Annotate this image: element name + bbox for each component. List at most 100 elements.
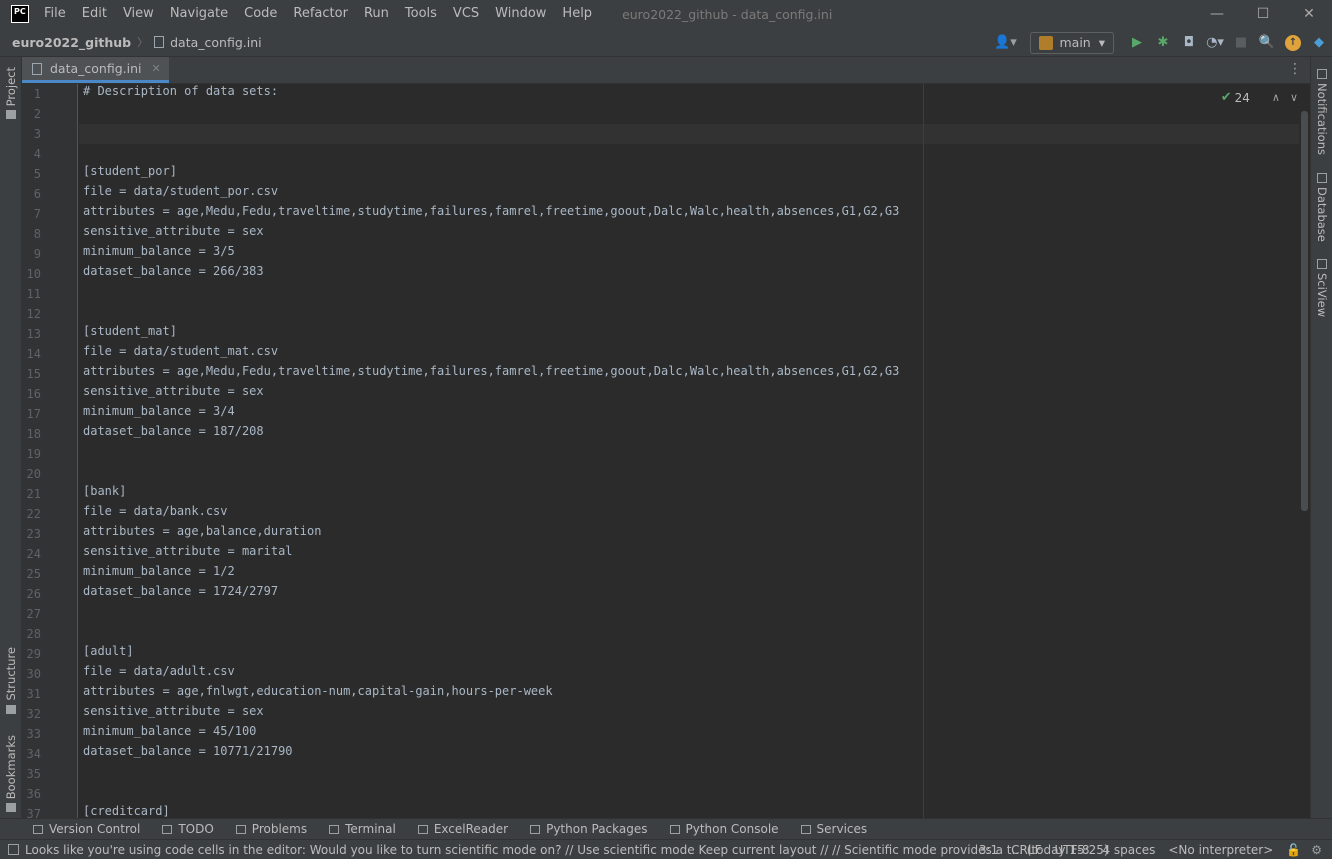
project-tool-tab[interactable]: Project — [0, 67, 22, 120]
run-icon[interactable]: ▶ — [1126, 32, 1148, 54]
code-line[interactable]: file = data/student_mat.csv — [83, 344, 278, 364]
ini-file-icon — [32, 62, 42, 75]
code-line[interactable]: sensitive_attribute = sex — [83, 704, 264, 724]
menu-navigate[interactable]: Navigate — [162, 0, 236, 28]
code-line[interactable]: dataset_balance = 266/383 — [83, 264, 264, 284]
bookmarks-tool-tab[interactable]: Bookmarks — [0, 735, 22, 813]
code-line[interactable]: attributes = age,Medu,Fedu,traveltime,st… — [83, 364, 899, 384]
profile-icon[interactable]: ◔▾ — [1204, 32, 1226, 54]
menu-vcs[interactable]: VCS — [445, 0, 487, 28]
todo-tool-button[interactable]: TODO — [162, 822, 214, 836]
excelreader-tool-button[interactable]: ExcelReader — [417, 822, 508, 836]
menu-edit[interactable]: Edit — [74, 0, 115, 28]
terminal-tool-button[interactable]: Terminal — [329, 822, 396, 836]
version-control-tool-button[interactable]: Version Control — [33, 822, 140, 836]
menu-refactor[interactable]: Refactor — [285, 0, 356, 28]
bookmark-icon — [6, 803, 16, 813]
update-icon[interactable]: ↑ — [1282, 32, 1304, 54]
next-highlight-icon[interactable]: ∨ — [1290, 91, 1298, 104]
code-line[interactable]: # Description of data sets: — [83, 84, 278, 104]
caret-position[interactable]: 3:1 — [979, 843, 998, 857]
run-configuration-selector[interactable]: main ▾ — [1030, 31, 1114, 54]
breadcrumb-project[interactable]: euro2022_github — [12, 35, 131, 50]
code-line[interactable]: file = data/student_por.csv — [83, 184, 278, 204]
code-line[interactable]: dataset_balance = 187/208 — [83, 424, 264, 444]
previous-highlight-icon[interactable]: ∧ — [1272, 91, 1280, 104]
line-number-gutter[interactable]: 1 2 3 4 5 6 7 8 9 10 11 12 13 14 15 16 17 18 19 20 21 22 23 24 2… — [22, 84, 78, 818]
line-number: 24 — [26, 547, 41, 561]
code-line[interactable]: [student_mat] — [83, 324, 177, 344]
menu-tools[interactable]: Tools — [397, 0, 445, 28]
notifications-tool-tab[interactable]: Notifications — [1311, 69, 1332, 155]
code-line[interactable]: sensitive_attribute = sex — [83, 224, 264, 244]
code-editor[interactable]: 1 2 3 4 5 6 7 8 9 10 11 12 13 14 15 16 17 18 19 20 21 22 23 24 2… — [22, 84, 1310, 818]
breadcrumb-file[interactable]: data_config.ini — [170, 35, 262, 50]
maximize-button[interactable]: ☐ — [1240, 0, 1286, 28]
stop-icon[interactable]: ■ — [1230, 32, 1252, 54]
code-line[interactable]: [adult] — [83, 644, 134, 664]
code-line[interactable]: minimum_balance = 1/2 — [83, 564, 235, 584]
line-number: 5 — [33, 167, 41, 181]
menu-window[interactable]: Window — [487, 0, 554, 28]
database-tool-tab[interactable]: Database — [1311, 173, 1332, 242]
vertical-scrollbar[interactable] — [1301, 111, 1308, 511]
search-icon[interactable]: 🔍 — [1256, 32, 1278, 54]
lock-icon[interactable]: 🔓 — [1286, 843, 1301, 857]
close-icon[interactable]: ✕ — [152, 62, 161, 75]
menu-file[interactable]: File — [37, 0, 74, 28]
tool-windows-toggle-icon[interactable] — [8, 844, 19, 855]
code-line[interactable]: attributes = age,balance,duration — [83, 524, 321, 544]
indent-setting[interactable]: 4 spaces — [1102, 843, 1155, 857]
code-line[interactable]: file = data/bank.csv — [83, 504, 228, 524]
services-tool-button[interactable]: Services — [800, 822, 867, 836]
menu-view[interactable]: View — [115, 0, 162, 28]
ide-features-icon[interactable]: ◆ — [1308, 32, 1330, 54]
editor-tab-data-config[interactable]: data_config.ini ✕ — [22, 57, 169, 83]
coverage-icon[interactable]: ◘ — [1178, 32, 1200, 54]
interpreter-selector[interactable]: <No interpreter> — [1168, 843, 1273, 857]
editor-tab-bar: data_config.ini ✕ ⋮ — [22, 57, 1310, 84]
python-packages-tool-button[interactable]: Python Packages — [530, 822, 648, 836]
problems-tool-button[interactable]: Problems — [235, 822, 307, 836]
close-window-button[interactable]: ✕ — [1286, 0, 1332, 28]
python-console-tool-button[interactable]: Python Console — [669, 822, 779, 836]
code-line[interactable]: attributes = age,fnlwgt,education-num,ca… — [83, 684, 553, 704]
branch-icon — [33, 824, 43, 834]
code-line[interactable]: file = data/adult.csv — [83, 664, 235, 684]
code-line[interactable]: attributes = age,Medu,Fedu,traveltime,st… — [83, 204, 899, 224]
line-number: 35 — [26, 767, 41, 781]
line-number: 17 — [26, 407, 41, 421]
code-line[interactable]: [creditcard] — [83, 804, 170, 818]
sciview-tool-tab[interactable]: SciView — [1311, 259, 1332, 317]
sciview-tool-label: SciView — [1315, 273, 1329, 318]
line-number: 8 — [33, 227, 41, 241]
file-encoding[interactable]: UTF-8 — [1054, 843, 1089, 857]
code-line[interactable]: dataset_balance = 1724/2797 — [83, 584, 278, 604]
code-line[interactable]: sensitive_attribute = sex — [83, 384, 264, 404]
line-separator[interactable]: CRLF — [1011, 843, 1041, 857]
code-line[interactable]: dataset_balance = 10771/21790 — [83, 744, 293, 764]
line-number: 10 — [26, 267, 41, 281]
code-line[interactable]: minimum_balance = 45/100 — [83, 724, 256, 744]
code-line[interactable]: [student_por] — [83, 164, 177, 184]
code-line[interactable]: minimum_balance = 3/4 — [83, 404, 235, 424]
warning-icon — [235, 824, 246, 834]
debug-icon[interactable]: ✱ — [1152, 32, 1174, 54]
structure-tool-tab[interactable]: Structure — [0, 647, 22, 714]
menu-run[interactable]: Run — [356, 0, 397, 28]
code-content[interactable]: # Description of data sets: [student_por]… — [79, 84, 1310, 818]
more-options-icon[interactable]: ⋮ — [1288, 61, 1302, 77]
code-line[interactable]: [bank] — [83, 484, 126, 504]
minimize-button[interactable]: — — [1194, 0, 1240, 28]
menu-help[interactable]: Help — [554, 0, 600, 28]
inspection-settings-icon[interactable]: ⚙ — [1311, 843, 1322, 857]
inspection-widget[interactable]: ✔ 24 ∧ ∨ — [1221, 90, 1298, 105]
code-line[interactable]: minimum_balance = 3/5 — [83, 244, 235, 264]
line-number: 30 — [26, 667, 41, 681]
code-line[interactable]: sensitive_attribute = marital — [83, 544, 293, 564]
user-account-icon[interactable]: 👤▾ — [990, 32, 1020, 54]
menu-code[interactable]: Code — [236, 0, 285, 28]
tab-label: data_config.ini — [50, 61, 142, 76]
status-message[interactable]: Looks like you're using code cells in th… — [25, 843, 1109, 857]
line-number: 16 — [26, 387, 41, 401]
